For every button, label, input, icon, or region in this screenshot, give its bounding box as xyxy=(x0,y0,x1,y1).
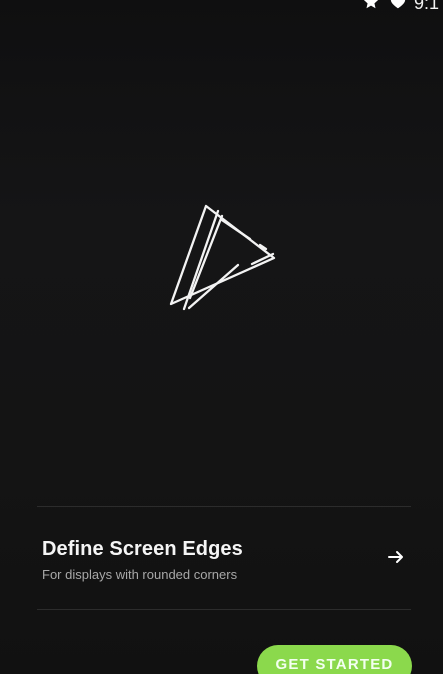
heart-icon xyxy=(389,0,407,11)
row-title: Define Screen Edges xyxy=(42,538,243,560)
edge-logo-icon xyxy=(162,198,287,318)
status-time: 9:1 xyxy=(414,0,440,13)
arrow-right-icon[interactable] xyxy=(386,547,406,567)
row-subtitle: For displays with rounded corners xyxy=(42,567,238,582)
onboarding-screen: 9:1 Define Screen Edges For displays wit… xyxy=(0,0,443,674)
get-started-button[interactable]: GET STARTED xyxy=(257,645,412,674)
bottom-divider xyxy=(37,609,411,610)
status-bar: 9:1 xyxy=(0,0,443,14)
star-icon xyxy=(362,0,380,11)
define-screen-edges-row[interactable]: Define Screen Edges For displays with ro… xyxy=(37,507,411,609)
